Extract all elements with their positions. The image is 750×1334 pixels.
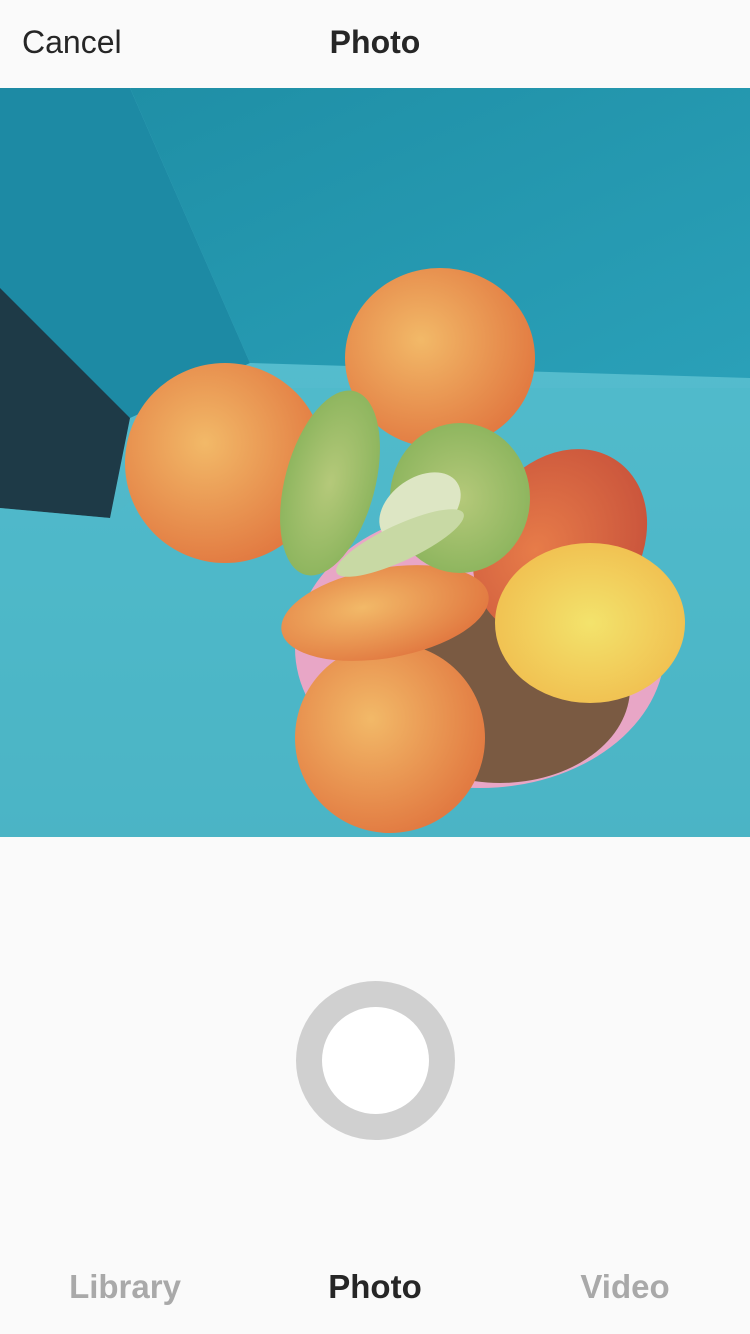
- camera-viewfinder[interactable]: [0, 88, 750, 837]
- tab-video[interactable]: Video: [500, 1268, 750, 1306]
- succulent-photo: [0, 88, 750, 837]
- page-title: Photo: [329, 24, 421, 60]
- camera-controls: [0, 837, 750, 1237]
- tab-library[interactable]: Library: [0, 1268, 250, 1306]
- tab-photo[interactable]: Photo: [250, 1268, 500, 1306]
- top-bar: Cancel Photo: [0, 0, 750, 88]
- mode-tabs: Library Photo Video: [0, 1240, 750, 1334]
- shutter-button-inner: [322, 1007, 429, 1114]
- shutter-button[interactable]: [296, 981, 455, 1140]
- camera-screen: Cancel Photo Library Photo Video: [0, 0, 750, 1334]
